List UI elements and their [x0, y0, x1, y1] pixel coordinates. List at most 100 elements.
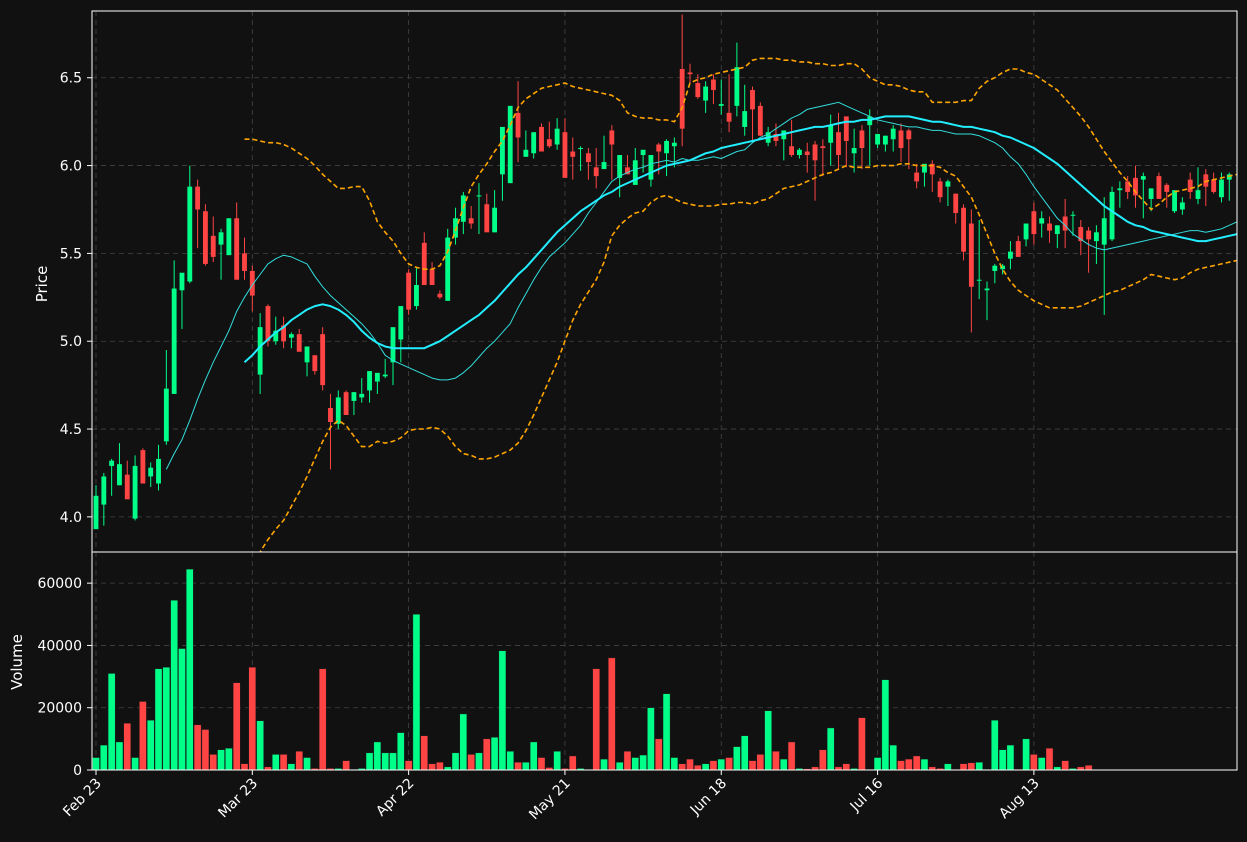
volume-bar	[717, 758, 725, 770]
candle-body	[304, 346, 310, 363]
candle-body	[1023, 223, 1029, 240]
volume-bar	[162, 667, 171, 770]
volume-bar	[256, 720, 264, 770]
candle-body	[1219, 179, 1224, 198]
candlestick-volume-chart: 4.04.55.05.56.06.5 0200004000060000Feb 2…	[0, 0, 1247, 842]
candle-body	[890, 128, 896, 140]
volume-bar	[881, 679, 890, 770]
candle-body	[812, 144, 818, 161]
candle-body	[374, 372, 380, 382]
volume-bar	[248, 667, 257, 770]
volume-bar	[592, 668, 600, 770]
candle-body	[187, 186, 193, 282]
volume-bar	[115, 741, 124, 770]
candle-body	[124, 474, 130, 500]
candle-body	[617, 155, 623, 178]
candle-body	[570, 151, 576, 157]
candle-body	[242, 253, 247, 271]
candle-body	[476, 195, 482, 197]
price-tick-label: 4.0	[60, 510, 82, 526]
candle-body	[562, 132, 568, 178]
candle-body	[202, 211, 208, 264]
volume-bar	[225, 748, 233, 770]
candle-body	[531, 132, 537, 154]
volume-bar	[170, 600, 178, 770]
candle-body	[726, 112, 732, 122]
candle-body	[226, 218, 232, 256]
volume-axis-label: Volume	[8, 634, 26, 690]
volume-bar	[912, 755, 921, 770]
candle-body	[875, 133, 880, 145]
candle-body	[593, 167, 599, 177]
volume-bar	[272, 754, 280, 770]
candle-body	[843, 116, 849, 141]
candle-body	[742, 111, 748, 127]
candle-body	[539, 126, 544, 152]
candle-body	[523, 149, 529, 157]
candle-body	[953, 193, 959, 213]
candle-body	[296, 334, 302, 352]
volume-bar	[842, 763, 851, 770]
volume-bar	[100, 744, 108, 770]
candle-body	[961, 207, 966, 252]
candle-body	[359, 393, 365, 398]
candle-body	[609, 130, 615, 145]
candle-body	[335, 397, 341, 424]
volume-bar	[428, 763, 436, 770]
candle-body	[796, 149, 802, 156]
candle-body	[664, 140, 669, 154]
price-axis-label: Price	[33, 266, 51, 303]
candle-body	[484, 204, 490, 233]
candle-body	[351, 392, 357, 401]
volume-bar	[490, 737, 499, 770]
volume-bar	[764, 710, 772, 770]
candle-body	[914, 172, 920, 182]
candle-body	[328, 407, 333, 423]
candle-body	[109, 460, 115, 466]
candle-body	[851, 148, 857, 154]
volume-bar	[240, 763, 249, 770]
volume-bar	[498, 650, 507, 770]
candle-body	[703, 86, 709, 101]
volume-bar	[318, 668, 327, 770]
candle-body	[804, 151, 810, 156]
candle-body	[711, 79, 716, 91]
candle-body	[1093, 232, 1099, 242]
volume-bar	[733, 746, 741, 770]
volume-bar	[373, 741, 382, 770]
price-tick-label: 6.5	[60, 71, 82, 87]
volume-bar	[819, 749, 827, 770]
volume-bar	[889, 744, 897, 770]
volume-bar	[92, 757, 100, 770]
candle-body	[546, 139, 552, 147]
candle-body	[406, 272, 412, 310]
volume-bar	[186, 568, 194, 770]
volume-bar	[295, 751, 303, 770]
volume-bar	[389, 752, 397, 770]
candle-body	[750, 90, 755, 110]
candle-body	[1086, 230, 1092, 240]
candle-body	[414, 285, 419, 307]
candle-body	[820, 146, 826, 149]
volume-bar	[670, 757, 679, 770]
candle-body	[1039, 218, 1045, 224]
volume-bar	[959, 763, 968, 770]
volume-bar	[451, 752, 460, 770]
volume-bar	[787, 741, 796, 770]
volume-bar	[678, 763, 686, 770]
volume-bar	[662, 693, 671, 770]
volume-bar	[1006, 744, 1015, 770]
candle-body	[460, 195, 466, 222]
candle-body	[578, 148, 583, 150]
candle-body	[1031, 211, 1037, 235]
volume-tick-label: 20000	[37, 701, 82, 717]
candle-body	[968, 223, 974, 287]
candle-body	[421, 242, 427, 286]
candle-body	[648, 155, 654, 180]
volume-bar	[623, 751, 632, 770]
volume-bar	[193, 724, 202, 770]
candle-body	[1164, 184, 1170, 192]
price-tick-label: 4.5	[60, 422, 82, 438]
candle-body	[554, 128, 560, 145]
volume-bar	[201, 729, 210, 770]
